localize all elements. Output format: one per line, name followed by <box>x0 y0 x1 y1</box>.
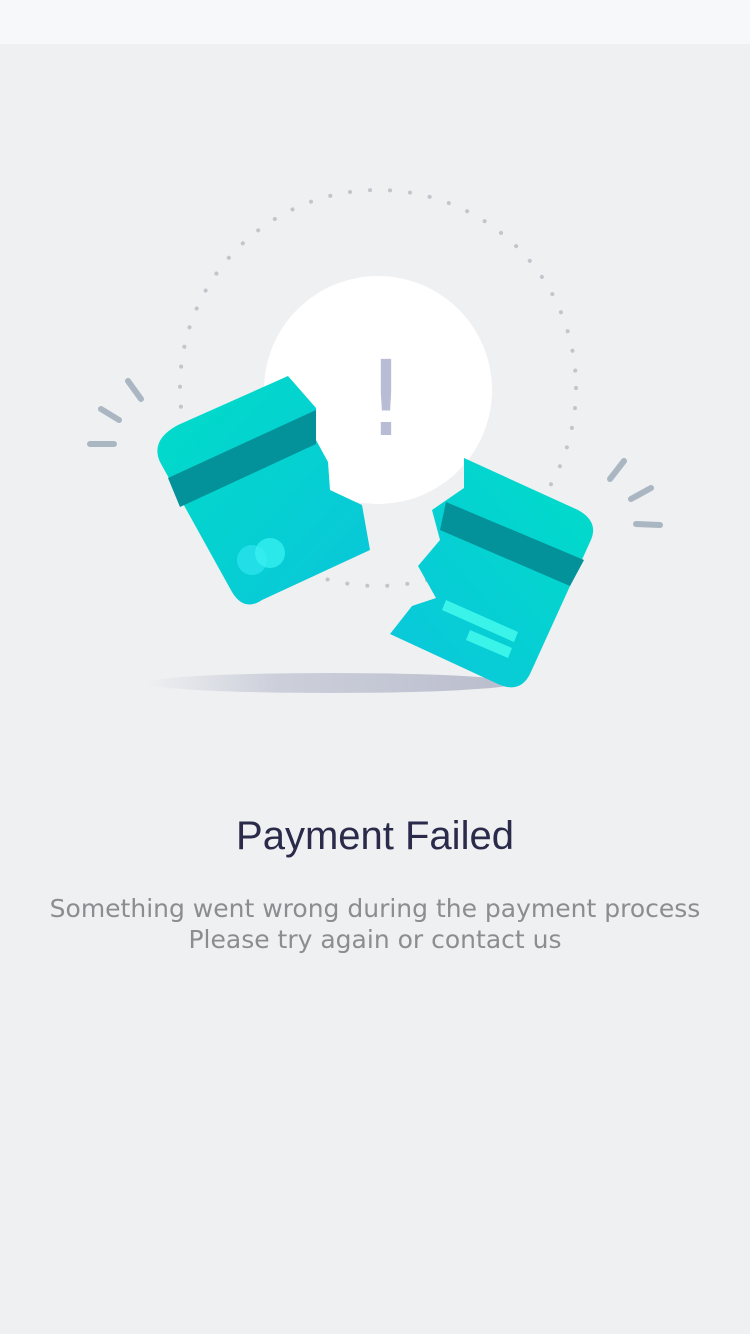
error-message-line: Please try again or contact us <box>188 925 562 954</box>
error-message: Something went wrong during the payment … <box>0 893 750 955</box>
ground-shadow <box>145 673 515 693</box>
exclamation-mark: ! <box>365 338 407 460</box>
page-title: Payment Failed <box>236 814 514 858</box>
error-message-line: Something went wrong during the payment … <box>49 894 701 923</box>
status-bar <box>0 0 750 44</box>
payment-failed-illustration: ! <box>87 188 663 693</box>
motion-lines-left <box>87 378 144 447</box>
motion-lines-right <box>607 458 663 528</box>
